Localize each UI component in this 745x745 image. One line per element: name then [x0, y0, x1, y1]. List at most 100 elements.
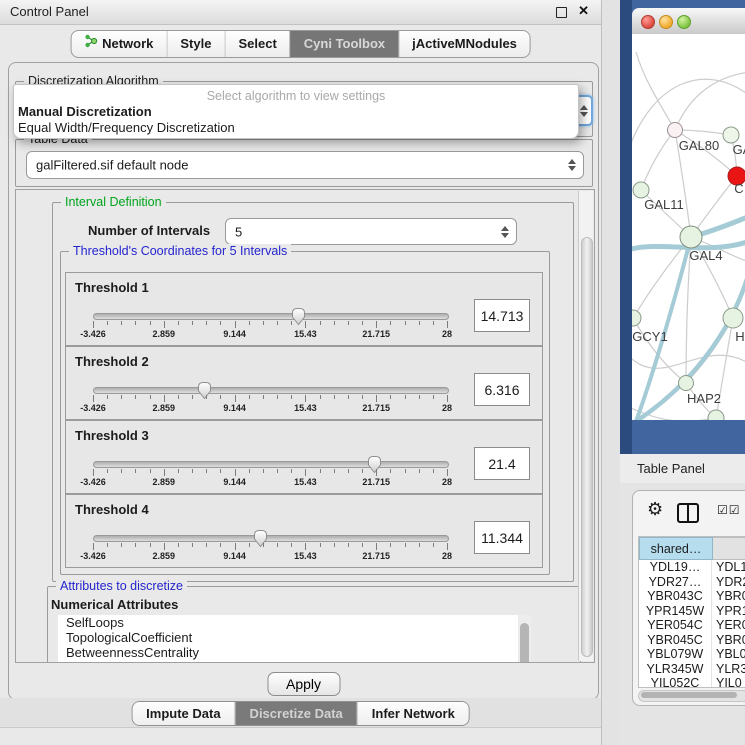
table-row[interactable]: YBR043CYBR0 — [639, 589, 745, 604]
tick-mark — [334, 543, 335, 547]
tick-mark — [334, 321, 335, 325]
slider-tick-labels: -3.4262.8599.14415.4321.71528 — [93, 329, 447, 340]
table-row[interactable]: YPR145WYPR1 — [639, 604, 745, 619]
network-node-label: GCY1 — [632, 329, 667, 344]
attribute-item[interactable]: SelfLoops — [58, 615, 518, 630]
algorithm-popup-item-equal[interactable]: Equal Width/Frequency Discretization — [18, 120, 235, 135]
split-columns-icon[interactable] — [677, 503, 699, 523]
column-header-name[interactable]: n — [713, 537, 745, 560]
table-data-combo[interactable]: galFiltered.sif default node — [26, 151, 584, 179]
network-node-gal4[interactable] — [680, 226, 702, 248]
network-node-gal11[interactable] — [633, 182, 649, 198]
table-scrollbar-thumb[interactable] — [641, 692, 737, 698]
tick-mark — [291, 469, 292, 473]
threshold-slider-track[interactable] — [93, 387, 449, 394]
tick-mark — [220, 395, 221, 399]
slider-tick-labels: -3.4262.8599.14415.4321.71528 — [93, 551, 447, 562]
table-row[interactable]: YBL079WYBL0 — [639, 647, 745, 662]
tab-style[interactable]: Style — [166, 31, 224, 57]
table-horizontal-scrollbar[interactable] — [638, 690, 745, 702]
table-row[interactable]: YLR345WYLR3 — [639, 662, 745, 677]
tick-mark — [150, 469, 151, 473]
table-row[interactable]: YER054CYER0 — [639, 618, 745, 633]
settings-vertical-scrollbar[interactable] — [578, 191, 593, 661]
zoom-traffic-light[interactable] — [677, 15, 691, 29]
algorithm-popup: Select algorithm to view settings Manual… — [13, 84, 579, 139]
threshold-slider-track[interactable] — [93, 313, 449, 320]
close-icon[interactable]: ✕ — [578, 3, 589, 19]
tick-mark — [277, 395, 278, 399]
apply-button[interactable]: Apply — [267, 672, 340, 696]
tab-label: Style — [180, 31, 211, 57]
network-canvas[interactable]: GAL80GACGAL11GAL4GCY1HHAP2 — [632, 34, 745, 420]
network-node-hap2[interactable] — [679, 376, 694, 391]
network-node-gcy1[interactable] — [632, 310, 641, 326]
threshold-value-field[interactable]: 6.316 — [474, 373, 530, 406]
bottom-tab-infer-network[interactable]: Infer Network — [357, 702, 469, 725]
tick-label: 28 — [442, 551, 452, 561]
tick-mark — [135, 321, 136, 325]
tick-mark — [164, 395, 165, 402]
tab-jactivemnodules[interactable]: jActiveMNodules — [398, 31, 530, 57]
network-node-gal80[interactable] — [668, 123, 683, 138]
table-row[interactable]: YIL052CYIL0 — [639, 676, 745, 688]
bottom-tab-discretize-data[interactable]: Discretize Data — [235, 702, 357, 725]
threshold-slider-track[interactable] — [93, 461, 449, 468]
tick-mark — [150, 321, 151, 325]
tick-mark — [291, 543, 292, 547]
column-header-shared-name[interactable]: shared… — [639, 537, 713, 560]
network-node[interactable] — [708, 410, 724, 420]
attribute-item[interactable]: TopologicalCoefficient — [58, 630, 518, 645]
bottom-tab-impute-data[interactable]: Impute Data — [132, 702, 234, 725]
tick-mark — [93, 321, 94, 328]
attribute-item[interactable]: BetweennessCentrality — [58, 645, 518, 660]
settings-container: Discretization Algorithm Table Data galF… — [8, 62, 599, 700]
tab-cyni-toolbox[interactable]: Cyni Toolbox — [290, 31, 398, 57]
table-row[interactable]: YDL19…YDL1 — [639, 560, 745, 575]
threshold-value-field[interactable]: 11.344 — [474, 521, 530, 554]
threshold-slider-track[interactable] — [93, 535, 449, 542]
cell-shared-name: YLR345W — [639, 662, 712, 677]
table-row[interactable]: YBR045CYBR0 — [639, 633, 745, 648]
network-view-frame[interactable]: GAL80GACGAL11GAL4GCY1HHAP2 — [620, 0, 745, 454]
gear-icon[interactable]: ⚙ — [647, 499, 663, 520]
network-node-h[interactable] — [723, 308, 743, 328]
tick-mark — [107, 543, 108, 547]
tab-network[interactable]: Network — [71, 31, 166, 57]
tick-mark — [235, 321, 236, 328]
tick-mark — [348, 321, 349, 325]
tab-select[interactable]: Select — [224, 31, 289, 57]
tick-mark — [334, 395, 335, 399]
network-node-ga[interactable] — [723, 127, 739, 143]
num-intervals-spinner[interactable]: 5 — [225, 218, 517, 245]
tick-mark — [433, 395, 434, 399]
numerical-attributes-label: Numerical Attributes — [51, 597, 178, 612]
tick-mark — [405, 395, 406, 399]
tick-mark — [135, 543, 136, 547]
select-columns-icon[interactable]: ☑☑ — [717, 503, 741, 517]
cell-shared-name: YBR043C — [639, 589, 712, 604]
tab-label: Select — [238, 31, 276, 57]
tick-mark — [433, 469, 434, 473]
tick-mark — [206, 395, 207, 399]
close-traffic-light[interactable] — [641, 15, 655, 29]
table-row[interactable]: YDR27…YDR2 — [639, 575, 745, 590]
network-window-titlebar[interactable] — [632, 8, 745, 35]
network-icon — [84, 31, 97, 57]
threshold-value-field[interactable]: 21.4 — [474, 447, 530, 480]
tick-mark — [419, 395, 420, 399]
table-data-combo-value: galFiltered.sif default node — [36, 158, 188, 173]
minimize-traffic-light[interactable] — [659, 15, 673, 29]
undock-icon[interactable] — [556, 7, 567, 18]
attributes-list-scrollbar[interactable] — [519, 615, 531, 663]
scrollbar-thumb[interactable] — [581, 237, 593, 657]
cell-name: YBR0 — [712, 589, 745, 604]
tick-label: 2.859 — [153, 477, 176, 487]
algorithm-popup-item-manual[interactable]: Manual Discretization — [18, 104, 152, 119]
tick-mark — [433, 543, 434, 547]
threshold-value-field[interactable]: 14.713 — [474, 299, 530, 332]
tick-mark — [121, 469, 122, 473]
num-intervals-value: 5 — [235, 224, 242, 239]
tick-mark — [277, 543, 278, 547]
tab-label: jActiveMNodules — [412, 31, 517, 57]
